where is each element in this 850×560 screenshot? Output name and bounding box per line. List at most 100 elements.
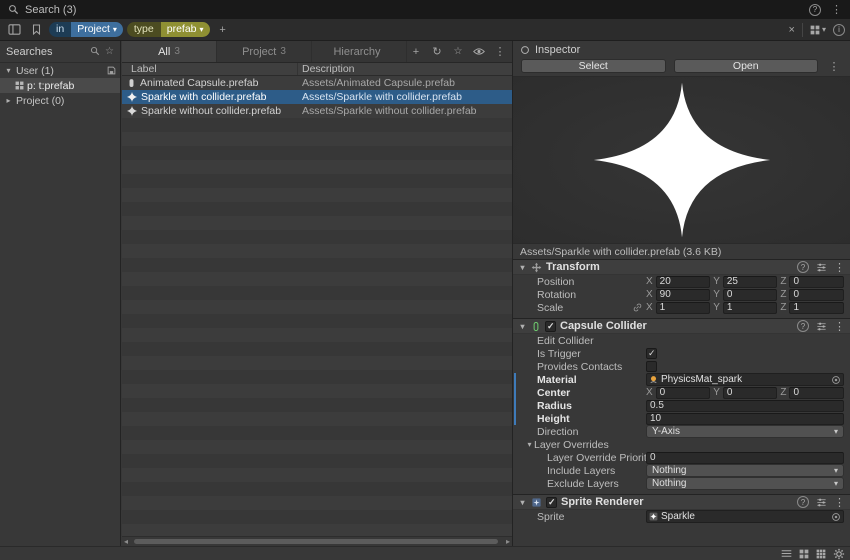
tab-project[interactable]: Project3 xyxy=(217,41,312,62)
select-button[interactable]: Select xyxy=(521,59,666,73)
priority-field[interactable]: 0 xyxy=(646,452,844,464)
eye-icon[interactable] xyxy=(470,44,488,60)
list-view-icon[interactable] xyxy=(781,549,792,558)
presets-icon[interactable] xyxy=(816,262,827,273)
direction-dropdown[interactable]: Y-Axis ▾ xyxy=(646,425,844,438)
transform-component-header[interactable]: ▾ Transform ? ⋮ xyxy=(513,259,850,275)
material-object-field[interactable]: PhysicsMat_spark xyxy=(646,373,844,386)
kebab-menu-icon[interactable]: ⋮ xyxy=(826,59,842,73)
presets-icon[interactable] xyxy=(816,497,827,508)
object-picker-icon[interactable] xyxy=(831,375,841,385)
component-enabled-checkbox[interactable] xyxy=(545,321,556,332)
search-icon[interactable] xyxy=(90,46,100,57)
big-grid-view-icon[interactable] xyxy=(816,549,826,559)
object-picker-icon[interactable] xyxy=(831,512,841,522)
kebab-menu-icon[interactable]: ⋮ xyxy=(834,320,845,333)
include-layers-dropdown[interactable]: Nothing ▾ xyxy=(646,464,844,477)
center-z-field[interactable]: 0 xyxy=(789,387,844,399)
layout-picker-button[interactable]: ▾ xyxy=(810,25,826,35)
rotation-x-field[interactable]: 90 xyxy=(656,289,711,301)
capsule-collider-icon xyxy=(531,321,541,332)
result-row[interactable]: Animated Capsule.prefab Assets/Animated … xyxy=(122,76,512,90)
edit-collider-label[interactable]: Edit Collider xyxy=(537,335,646,347)
window-menu-icon[interactable]: ⋮ xyxy=(831,3,842,16)
scale-z-field[interactable]: 1 xyxy=(789,302,844,314)
foldout-open-icon[interactable]: ▾ xyxy=(4,66,13,75)
filter-value[interactable]: prefab ▾ xyxy=(161,22,210,37)
radius-label: Radius xyxy=(537,400,646,412)
rotation-y-field[interactable]: 0 xyxy=(723,289,778,301)
open-button[interactable]: Open xyxy=(674,59,819,73)
center-y-field[interactable]: 0 xyxy=(723,387,778,399)
link-scale-icon[interactable] xyxy=(633,303,646,312)
radius-field[interactable]: 0.5 xyxy=(646,400,844,412)
foldout-closed-icon[interactable]: ▸ xyxy=(4,96,13,105)
add-tab-button[interactable]: + xyxy=(407,44,425,60)
star-icon[interactable]: ☆ xyxy=(449,44,467,60)
grid-view-icon[interactable] xyxy=(799,549,809,559)
saved-search-button[interactable] xyxy=(27,22,45,38)
help-icon[interactable]: ? xyxy=(797,261,809,273)
gear-icon[interactable] xyxy=(833,548,845,560)
filter-chip-type[interactable]: type prefab ▾ xyxy=(127,22,210,37)
kebab-menu-icon[interactable]: ⋮ xyxy=(834,496,845,509)
help-icon[interactable]: ? xyxy=(797,496,809,508)
scale-x-field[interactable]: 1 xyxy=(656,302,711,314)
sidebar-item-saved-query[interactable]: p: t:prefab xyxy=(0,78,120,93)
result-row-selected[interactable]: Sparkle with collider.prefab Assets/Spar… xyxy=(122,90,512,104)
scale-y-field[interactable]: 1 xyxy=(723,302,778,314)
provides-contacts-checkbox[interactable] xyxy=(646,361,657,372)
inspector-panel: Inspector Select Open ⋮ Assets/Sparkle w… xyxy=(512,41,850,546)
position-x-field[interactable]: 20 xyxy=(656,276,711,288)
toolbar-divider xyxy=(802,23,803,37)
search-info-button[interactable]: i xyxy=(833,24,845,36)
sprite-renderer-component-header[interactable]: ▾ Sprite Renderer ? ⋮ xyxy=(513,494,850,510)
refresh-button[interactable]: ↻ xyxy=(428,44,446,60)
add-filter-button[interactable]: + xyxy=(214,22,232,38)
layer-overrides-foldout[interactable]: ▾ Layer Overrides xyxy=(513,438,850,451)
status-bar xyxy=(0,546,850,560)
sidebar-toggle-button[interactable] xyxy=(5,22,23,38)
sidebar-group-project[interactable]: ▸ Project (0) xyxy=(0,93,120,108)
edit-collider-row: Edit Collider xyxy=(513,334,850,347)
result-row[interactable]: Sparkle without collider.prefab Assets/S… xyxy=(122,104,512,118)
kebab-menu-icon[interactable]: ⋮ xyxy=(491,44,509,60)
position-y-field[interactable]: 25 xyxy=(723,276,778,288)
scrollbar-thumb[interactable] xyxy=(134,539,498,544)
is-trigger-checkbox[interactable] xyxy=(646,348,657,359)
transform-icon xyxy=(531,262,542,273)
column-label[interactable]: Label xyxy=(122,63,298,75)
foldout-open-icon[interactable]: ▾ xyxy=(518,322,527,331)
star-icon[interactable]: ☆ xyxy=(105,46,114,57)
foldout-open-icon[interactable]: ▾ xyxy=(525,440,534,449)
kebab-menu-icon[interactable]: ⋮ xyxy=(834,261,845,274)
tab-hierarchy[interactable]: Hierarchy xyxy=(312,41,407,62)
component-enabled-checkbox[interactable] xyxy=(546,497,557,508)
column-description[interactable]: Description xyxy=(298,63,512,75)
help-icon[interactable]: ? xyxy=(809,4,821,16)
foldout-open-icon[interactable]: ▾ xyxy=(518,263,527,272)
sprite-object-field[interactable]: Sparkle xyxy=(646,510,844,523)
center-x-field[interactable]: 0 xyxy=(656,387,711,399)
results-panel: All3 Project3 Hierarchy + ↻ ☆ ⋮ Label De… xyxy=(122,41,512,546)
foldout-open-icon[interactable]: ▾ xyxy=(518,498,527,507)
save-icon[interactable] xyxy=(107,66,116,75)
window-title: Search (3) xyxy=(25,4,76,16)
horizontal-scrollbar[interactable]: ◂ ▸ xyxy=(122,536,512,546)
clear-search-button[interactable]: × xyxy=(789,24,795,36)
sidebar-group-user[interactable]: ▾ User (1) xyxy=(0,63,120,78)
scroll-left-icon[interactable]: ◂ xyxy=(124,537,128,546)
help-icon[interactable]: ? xyxy=(797,320,809,332)
exclude-layers-dropdown[interactable]: Nothing ▾ xyxy=(646,477,844,490)
chevron-down-icon: ▾ xyxy=(834,466,838,475)
tab-all[interactable]: All3 xyxy=(122,41,217,62)
presets-icon[interactable] xyxy=(816,321,827,332)
position-z-field[interactable]: 0 xyxy=(789,276,844,288)
chevron-down-icon: ▾ xyxy=(200,26,204,34)
filter-chip-in[interactable]: in Project ▾ xyxy=(49,22,123,37)
height-field[interactable]: 10 xyxy=(646,413,844,425)
rotation-z-field[interactable]: 0 xyxy=(789,289,844,301)
filter-value[interactable]: Project ▾ xyxy=(71,22,123,37)
capsule-collider-component-header[interactable]: ▾ Capsule Collider ? ⋮ xyxy=(513,318,850,334)
scroll-right-icon[interactable]: ▸ xyxy=(506,537,510,546)
